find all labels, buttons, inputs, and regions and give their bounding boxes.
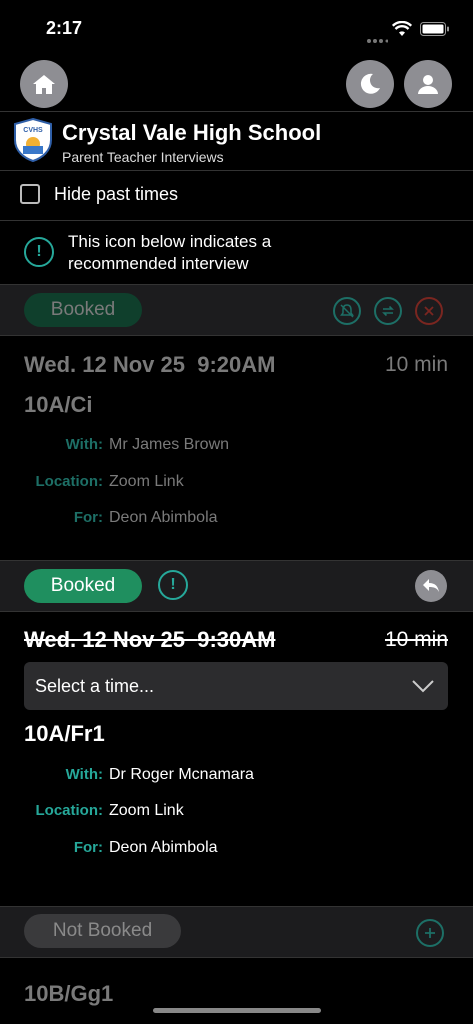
divider	[0, 111, 473, 112]
user-icon	[418, 75, 438, 94]
moon-icon	[360, 73, 380, 94]
with-label: With:	[65, 766, 103, 783]
time-select-placeholder: Select a time...	[35, 676, 155, 696]
plus-icon	[425, 928, 435, 938]
interview-time: 9:20AM	[197, 352, 276, 377]
recommended-info-icon: !	[24, 237, 54, 267]
for-label: For:	[73, 509, 103, 526]
location-value: Zoom Link	[109, 802, 184, 819]
teacher-name: Mr James Brown	[109, 436, 230, 453]
info-text-line2: recommended interview	[68, 254, 249, 273]
cancel-interview-button[interactable]	[415, 297, 443, 325]
dark-mode-button[interactable]	[346, 60, 394, 108]
home-indicator[interactable]	[153, 1008, 321, 1013]
interview-3-header: Not Booked	[0, 907, 473, 957]
interview-class: 10A/Fr1	[24, 721, 105, 746]
booked-status-pill: Booked	[24, 569, 142, 603]
school-logo: CVHS	[13, 117, 53, 163]
not-booked-status-pill: Not Booked	[24, 914, 181, 948]
interview-date: Wed. 12 Nov 25	[24, 352, 185, 377]
profile-button[interactable]	[404, 60, 452, 108]
status-time: 2:17	[46, 18, 83, 38]
info-text-line1: This icon below indicates a	[68, 232, 272, 251]
hide-past-checkbox[interactable]	[20, 184, 40, 204]
student-name: Deon Abimbola	[109, 509, 218, 526]
close-icon	[424, 306, 434, 316]
interview-time: 9:30AM	[197, 627, 276, 652]
page-subtitle: Parent Teacher Interviews	[62, 149, 224, 165]
book-interview-button[interactable]	[416, 919, 444, 947]
interview-2-datetime: Wed. 12 Nov 25 9:30AM	[24, 627, 275, 653]
recommended-icon: !	[158, 570, 188, 600]
booked-status-pill: Booked	[24, 293, 142, 327]
interview-1-datetime: Wed. 12 Nov 25 9:20AM	[24, 352, 275, 378]
swap-icon	[382, 305, 394, 317]
divider	[0, 957, 473, 958]
student-name: Deon Abimbola	[109, 839, 218, 856]
interview-class: 10A/Ci	[24, 392, 93, 417]
for-label: For:	[73, 839, 103, 856]
wifi-icon	[391, 20, 413, 42]
divider	[0, 335, 473, 336]
home-icon	[33, 75, 55, 94]
battery-icon	[420, 22, 450, 42]
location-label: Location:	[35, 802, 104, 819]
mute-reminder-button[interactable]	[333, 297, 361, 325]
time-select[interactable]: Select a time...	[24, 662, 448, 710]
undo-icon	[423, 579, 439, 592]
bell-off-icon	[340, 304, 354, 318]
location-value: Zoom Link	[109, 473, 184, 490]
home-button[interactable]	[20, 60, 68, 108]
teacher-name: Dr Roger Mcnamara	[109, 766, 254, 783]
change-interview-button[interactable]	[374, 297, 402, 325]
logo-text: CVHS	[23, 127, 43, 134]
divider	[0, 611, 473, 612]
interview-date: Wed. 12 Nov 25	[24, 627, 185, 652]
undo-button[interactable]	[415, 570, 447, 602]
location-label: Location:	[35, 473, 104, 490]
chevron-down-icon	[412, 680, 434, 693]
interview-duration: 10 min	[384, 353, 448, 376]
interview-class: 10B/Gg1	[24, 981, 114, 1006]
interview-duration: 10 min	[384, 628, 448, 651]
with-label: With:	[65, 436, 103, 453]
interview-1-header: Booked	[0, 285, 473, 335]
divider	[0, 220, 473, 221]
school-name: Crystal Vale High School	[62, 120, 322, 145]
divider	[0, 170, 473, 171]
cellular-icon	[366, 31, 389, 49]
hide-past-label[interactable]: Hide past times	[54, 184, 178, 205]
interview-2-header: Booked !	[0, 561, 473, 611]
